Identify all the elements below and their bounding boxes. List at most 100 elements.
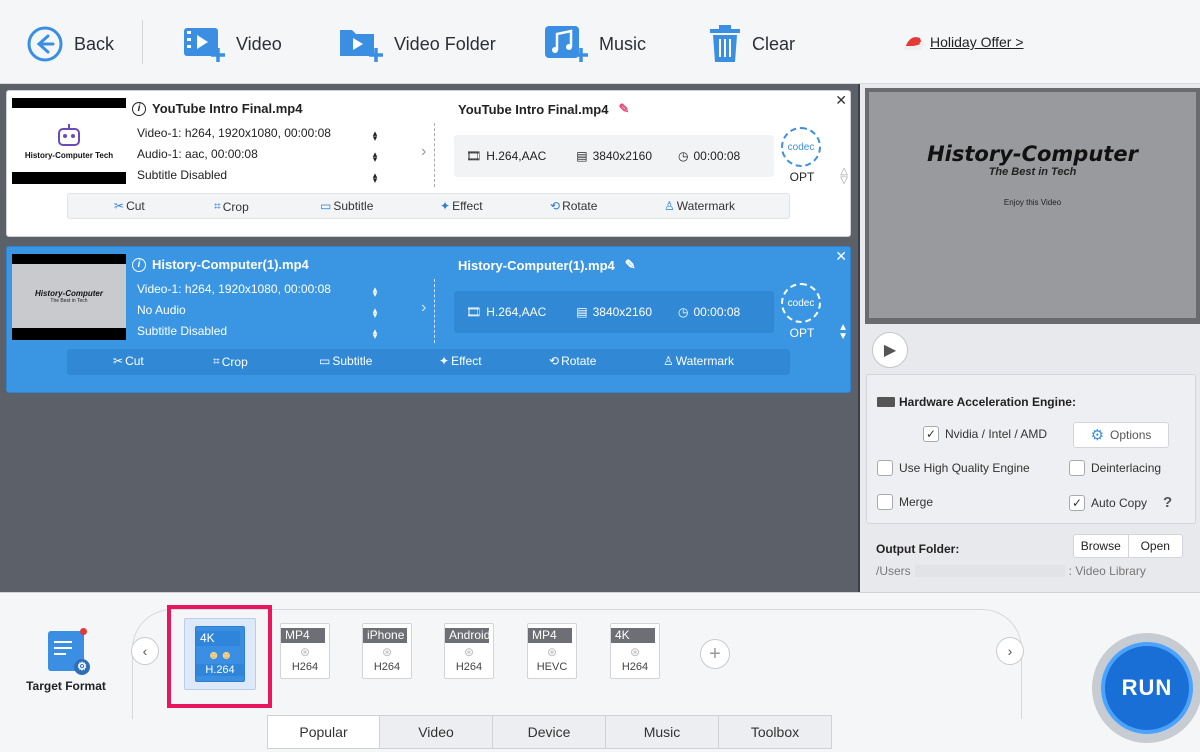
add-format-button[interactable]: +	[700, 639, 730, 669]
crop-label: Crop	[222, 199, 249, 214]
holiday-offer-link[interactable]: Holiday Offer >	[902, 32, 1024, 52]
subtitle-button[interactable]: ▭ Subtitle	[320, 199, 373, 213]
cut-button[interactable]: ✂ Cut	[113, 354, 144, 368]
play-icon: ▶	[883, 342, 897, 359]
subtitle-select[interactable]: Subtitle Disabled	[137, 324, 227, 338]
up-down-arrows-icon[interactable]: ▴ ▾	[371, 171, 379, 185]
crop-label: Crop	[221, 354, 248, 369]
file-list: History-Computer Tech i YouTube Intro Fi…	[0, 84, 860, 592]
video-track-select[interactable]: Video-1: h264, 1920x1080, 00:00:08	[137, 282, 331, 296]
play-button[interactable]: ▶	[872, 332, 908, 368]
target-format[interactable]: ⚙ Target Format	[22, 628, 110, 693]
tab-toolbox[interactable]: Toolbox	[719, 715, 832, 749]
video-track-select[interactable]: Video-1: h264, 1920x1080, 00:00:08	[137, 126, 331, 140]
scissors-icon: ✂	[114, 199, 125, 213]
prev-formats-button[interactable]: ‹	[131, 637, 159, 665]
high-quality-checkbox[interactable]: Use High Quality Engine	[877, 460, 1030, 476]
file-item-1[interactable]: History-Computer Tech i YouTube Intro Fi…	[6, 90, 851, 237]
output-filename[interactable]: History-Computer(1).mp4 ✎	[458, 257, 636, 273]
film-reel-icon: ⊛	[629, 645, 641, 659]
thumbnail: History-Computer The Best in Tech	[12, 254, 126, 340]
add-video-icon	[184, 28, 225, 62]
reorder-arrows-icon[interactable]: ▲ ▼	[838, 323, 848, 342]
codec-options-button[interactable]: codec OPT	[781, 283, 823, 340]
output-spec[interactable]: 🎞 H.264,AAC ▤ 3840x2160 ◷ 00:00:08	[454, 291, 774, 333]
file-item-2[interactable]: History-Computer The Best in Tech i Hist…	[6, 246, 851, 393]
pencil-icon[interactable]: ✎	[625, 257, 636, 273]
up-down-arrows-icon[interactable]: ▴ ▾	[371, 306, 379, 320]
options-button[interactable]: ⚙ Options	[1073, 422, 1169, 448]
resolution-icon: ▤	[576, 305, 588, 319]
tab-video[interactable]: Video	[380, 715, 493, 749]
preview-subtitle: The Best in Tech	[988, 166, 1077, 178]
format-4k-h264-alt[interactable]: 4K ⊛ H264	[610, 623, 660, 679]
resolution-spec: ▤ 3840x2160	[576, 305, 652, 319]
auto-copy-checkbox[interactable]: ✓ Auto Copy ?	[1069, 494, 1172, 511]
thumbnail-title: History-Computer Tech	[24, 150, 114, 160]
cut-button[interactable]: ✂ Cut	[114, 199, 145, 213]
deinterlacing-checkbox[interactable]: Deinterlacing	[1069, 460, 1161, 476]
pencil-icon[interactable]: ✎	[618, 101, 629, 117]
deinterlacing-label: Deinterlacing	[1091, 461, 1162, 475]
next-formats-button[interactable]: ›	[996, 637, 1024, 665]
format-bottom-label: HEVC	[536, 661, 568, 673]
up-down-arrows-icon[interactable]: ▴ ▾	[371, 285, 379, 299]
codec-options-button[interactable]: codec OPT	[781, 127, 823, 184]
chevron-right-icon: ›	[421, 143, 427, 160]
browse-button[interactable]: Browse	[1074, 535, 1128, 557]
clear-button[interactable]: Clear	[708, 22, 795, 66]
reorder-arrows-icon[interactable]: △ ▽	[840, 167, 848, 186]
open-button[interactable]: Open	[1127, 535, 1183, 557]
run-button[interactable]: RUN	[1092, 633, 1200, 743]
add-music-button[interactable]: Music	[543, 22, 646, 66]
up-down-arrows-icon[interactable]: ▴ ▾	[371, 327, 379, 341]
close-icon[interactable]: ✕	[835, 92, 847, 109]
rotate-button[interactable]: ⟲ Rotate	[550, 199, 597, 213]
music-label: Music	[599, 33, 647, 54]
format-mp4-hevc[interactable]: MP4 ⊛ HEVC	[527, 623, 577, 679]
info-icon[interactable]: i	[132, 101, 146, 116]
hq-label: Use High Quality Engine	[899, 461, 1030, 475]
run-label: RUN	[1101, 642, 1193, 734]
output-spec[interactable]: 🎞 H.264,AAC ▤ 3840x2160 ◷ 00:00:08	[454, 135, 774, 177]
subtitle-select[interactable]: Subtitle Disabled	[137, 168, 227, 182]
format-iphone-h264[interactable]: iPhone ⊛ H264	[362, 623, 412, 679]
chip-icon	[877, 397, 895, 407]
effect-button[interactable]: ✦ Effect	[439, 354, 482, 368]
hw-title-text: Hardware Acceleration Engine:	[899, 395, 1076, 409]
up-down-arrows-icon[interactable]: ▴ ▾	[371, 129, 379, 143]
audio-track-select[interactable]: Audio-1: aac, 00:00:08	[137, 147, 258, 161]
tab-device[interactable]: Device	[493, 715, 606, 749]
watermark-button[interactable]: ♙ Watermark	[663, 354, 734, 368]
codec-text: H.264,AAC	[486, 149, 547, 163]
watermark-label: Watermark	[675, 354, 734, 368]
format-mp4-h264[interactable]: MP4 ⊛ H264	[280, 623, 330, 679]
preview-window: History-Computer The Best in Tech Enjoy …	[865, 88, 1200, 324]
browse-open-group: Browse Open	[1073, 534, 1183, 558]
checkbox-icon	[1069, 460, 1085, 476]
nvidia-checkbox[interactable]: ✓ Nvidia / Intel / AMD	[923, 426, 1047, 442]
subtitle-button[interactable]: ▭ Subtitle	[319, 354, 372, 368]
format-android-h264[interactable]: Android ⊛ H264	[444, 623, 494, 679]
tab-popular[interactable]: Popular	[267, 715, 380, 749]
crop-button[interactable]: ⌗ Crop	[213, 354, 248, 369]
merge-checkbox[interactable]: Merge	[877, 494, 933, 510]
add-video-folder-button[interactable]: Video Folder	[338, 22, 496, 66]
up-down-arrows-icon[interactable]: ▴ ▾	[371, 150, 379, 164]
gear-icon: ⚙	[1090, 427, 1105, 444]
help-icon[interactable]: ?	[1163, 494, 1172, 511]
tab-music[interactable]: Music	[606, 715, 719, 749]
effect-button[interactable]: ✦ Effect	[440, 199, 483, 213]
output-path-start: /Users	[876, 564, 911, 578]
output-filename[interactable]: YouTube Intro Final.mp4 ✎	[458, 101, 629, 117]
format-tabs: Popular Video Device Music Toolbox	[267, 715, 832, 749]
close-icon[interactable]: ✕	[835, 248, 847, 265]
opt-label: OPT	[789, 170, 815, 184]
watermark-button[interactable]: ♙ Watermark	[664, 199, 735, 213]
rotate-button[interactable]: ⟲ Rotate	[549, 354, 596, 368]
crop-button[interactable]: ⌗ Crop	[214, 199, 249, 214]
info-icon[interactable]: i	[132, 257, 146, 272]
add-video-button[interactable]: Video	[182, 22, 282, 66]
audio-track-select[interactable]: No Audio	[137, 303, 186, 317]
back-button[interactable]: Back	[26, 22, 114, 66]
